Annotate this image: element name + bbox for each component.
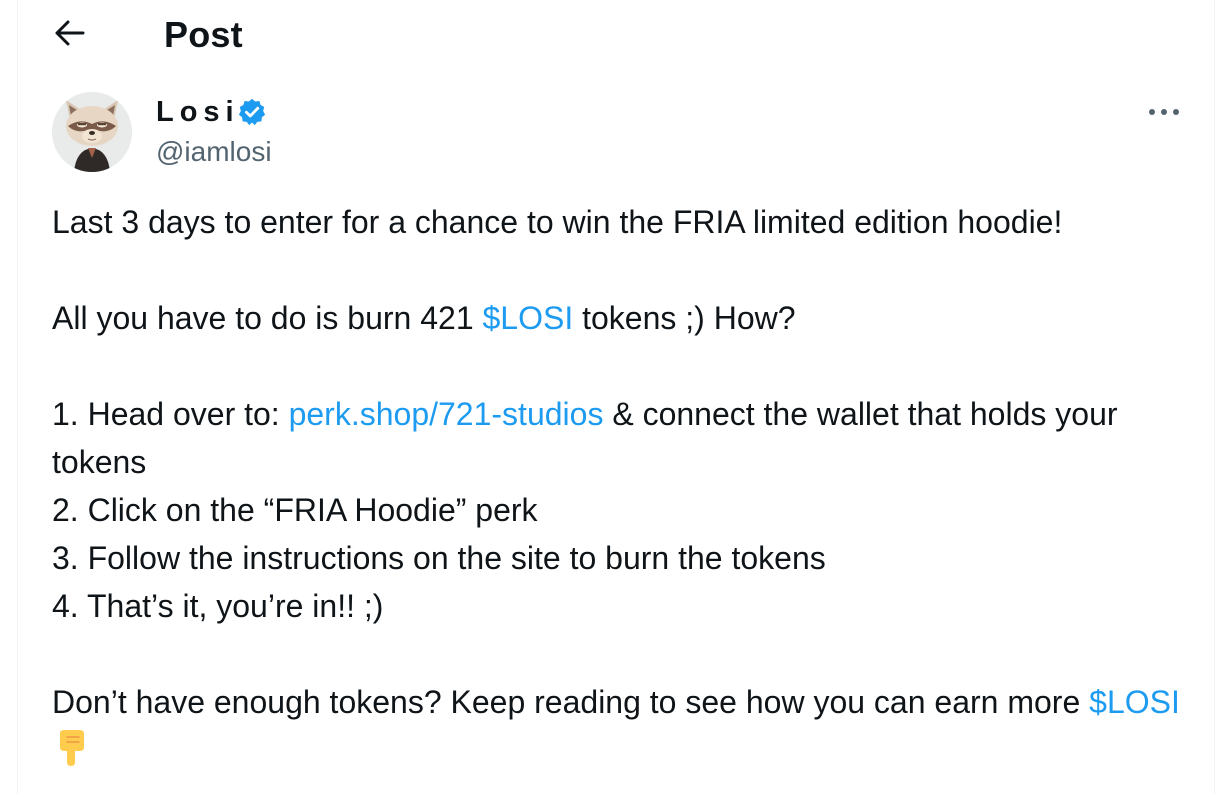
post-header: Post: [18, 0, 1214, 70]
tweet-text-segment: tokens ;) How?: [573, 300, 796, 336]
tweet-line: Last 3 days to enter for a chance to win…: [52, 204, 1063, 240]
tweet-line: Don’t have enough tokens? Keep reading t…: [52, 678, 1182, 780]
page-title: Post: [164, 14, 243, 55]
verified-badge-icon[interactable]: [237, 97, 267, 127]
post-column: Post Losi @iamlosi Last 3 days to enter …: [17, 0, 1215, 794]
more-horizontal-icon: [1148, 103, 1180, 121]
back-button[interactable]: [46, 14, 94, 56]
tweet-line: All you have to do is burn 421 $LOSI tok…: [52, 294, 1182, 342]
author-handle[interactable]: @iamlosi: [156, 134, 272, 170]
tweet-text-segment: All you have to do is burn 421: [52, 300, 483, 336]
tweet-step: 3. Follow the instructions on the site t…: [52, 540, 826, 576]
tweet-step: 2. Click on the “FRIA Hoodie” perk: [52, 492, 538, 528]
cashtag-link[interactable]: $LOSI: [483, 300, 574, 336]
avatar[interactable]: [52, 92, 132, 172]
arrow-left-icon: [55, 20, 85, 51]
tweet-text-segment: Don’t have enough tokens? Keep reading t…: [52, 684, 1090, 720]
more-options-button[interactable]: [1142, 96, 1186, 128]
author-display-name[interactable]: Losi: [156, 94, 240, 130]
cashtag-link[interactable]: $LOSI: [1089, 684, 1180, 720]
pointing-down-hand-icon: [54, 729, 88, 780]
tweet-step: 1. Head over to: perk.shop/721-studios &…: [52, 390, 1182, 486]
tweet-text-segment: 1. Head over to:: [52, 396, 289, 432]
tweet-text: Last 3 days to enter for a chance to win…: [52, 198, 1182, 780]
post-author: Losi @iamlosi: [156, 94, 272, 170]
url-link[interactable]: perk.shop/721-studios: [289, 396, 604, 432]
tweet-step: 4. That’s it, you’re in!! ;): [52, 588, 384, 624]
